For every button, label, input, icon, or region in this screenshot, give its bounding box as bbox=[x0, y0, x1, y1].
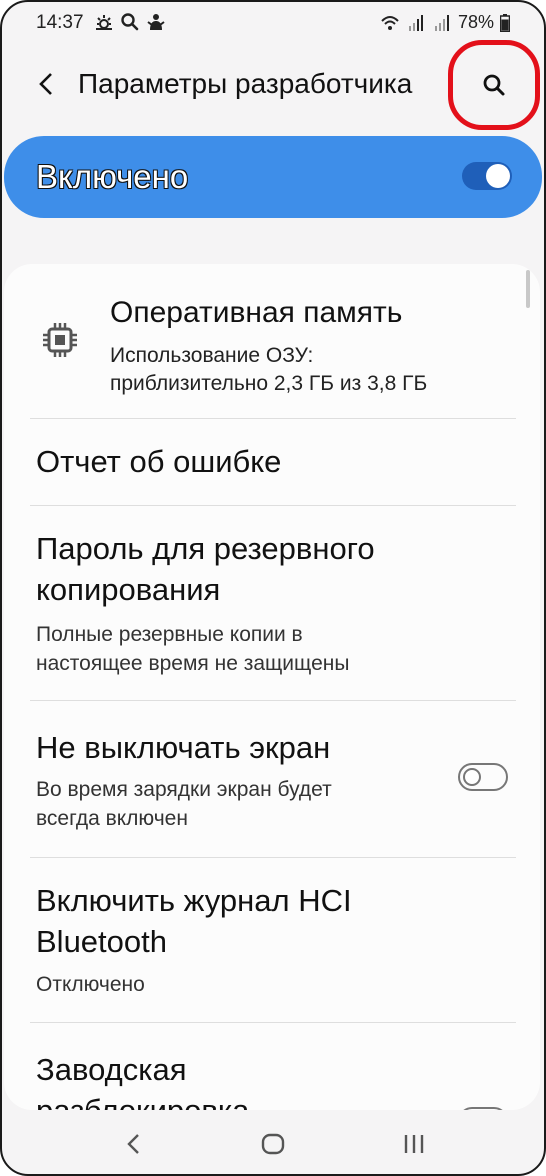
battery-icon bbox=[500, 13, 510, 32]
nav-home-icon bbox=[261, 1133, 285, 1155]
stay-awake-subtitle: Во время зарядки экран будет всегда вклю… bbox=[36, 775, 332, 833]
backup-password-title: Пароль для резервного копирования bbox=[36, 528, 375, 610]
hci-log-title: Включить журнал HCI Bluetooth bbox=[36, 880, 352, 962]
developer-options-master-switch[interactable]: Включено bbox=[4, 136, 542, 218]
wifi-icon bbox=[381, 15, 399, 30]
backup-password-item[interactable]: Пароль для резервного копирования Полные… bbox=[4, 506, 540, 700]
oem-unlock-title-line2: разблокировка bbox=[36, 1090, 249, 1110]
page-title: Параметры разработчика bbox=[78, 68, 413, 99]
bug-report-title: Отчет об ошибке bbox=[36, 444, 282, 479]
search-button[interactable] bbox=[448, 40, 540, 130]
phone-screen: 14:37 78% Параметры разработчика Включен… bbox=[0, 0, 546, 1176]
status-time: 14:37 bbox=[36, 12, 84, 33]
nav-home-button[interactable] bbox=[253, 1124, 293, 1164]
search-icon bbox=[121, 13, 139, 31]
oem-unlock-title: Заводская разблокировка bbox=[36, 1049, 249, 1110]
memory-chip-icon bbox=[43, 323, 77, 357]
backup-password-subtitle: Полные резервные копии в настоящее время… bbox=[36, 620, 349, 678]
master-toggle[interactable] bbox=[462, 162, 512, 190]
backup-password-title-line2: копирования bbox=[36, 572, 221, 607]
status-bar: 14:37 78% bbox=[2, 2, 544, 46]
hci-log-title-line2: Bluetooth bbox=[36, 924, 167, 959]
notification-icon bbox=[147, 14, 165, 30]
app-bar: Параметры разработчика bbox=[2, 40, 544, 130]
toggle-knob bbox=[463, 768, 481, 786]
signal-icon bbox=[408, 14, 423, 31]
ram-title: Оперативная память bbox=[110, 296, 403, 329]
stay-awake-item[interactable]: Не выключать экран Во время зарядки экра… bbox=[4, 701, 540, 857]
nav-recents-button[interactable] bbox=[394, 1124, 434, 1164]
ram-item[interactable]: Оперативная память Использование ОЗУ: пр… bbox=[4, 264, 540, 418]
status-left-icons bbox=[94, 12, 166, 32]
stay-awake-title: Не выключать экран bbox=[36, 730, 331, 765]
ram-subtitle: Использование ОЗУ: приблизительно 2,3 ГБ… bbox=[110, 342, 520, 398]
navigation-bar bbox=[2, 1110, 544, 1174]
hci-log-subtitle: Отключено bbox=[36, 973, 145, 996]
battery-percent: 78% bbox=[457, 12, 494, 32]
backup-password-subtitle-line1: Полные резервные копии в bbox=[36, 623, 303, 646]
master-switch-label: Включено bbox=[36, 158, 189, 195]
back-button[interactable] bbox=[28, 64, 64, 104]
nav-back-icon bbox=[127, 1134, 139, 1154]
oem-unlock-item[interactable]: Заводская разблокировка bbox=[4, 1023, 540, 1110]
weather-icon bbox=[96, 15, 112, 30]
back-arrow-icon bbox=[39, 73, 52, 95]
settings-list[interactable]: Оперативная память Использование ОЗУ: пр… bbox=[4, 264, 540, 1110]
stay-awake-subtitle-line1: Во время зарядки экран будет bbox=[36, 778, 332, 801]
search-icon bbox=[483, 74, 505, 96]
nav-recents-icon bbox=[404, 1135, 424, 1153]
signal-icon bbox=[434, 14, 449, 31]
stay-awake-toggle[interactable] bbox=[458, 763, 508, 791]
stay-awake-subtitle-line2: всегда включен bbox=[36, 807, 188, 830]
status-right-icons: 78% bbox=[380, 12, 510, 33]
hci-log-item[interactable]: Включить журнал HCI Bluetooth Отключено bbox=[4, 858, 540, 1022]
ram-subtitle-line1: Использование ОЗУ: bbox=[110, 344, 314, 367]
ram-subtitle-line2: приблизительно 2,3 ГБ из 3,8 ГБ bbox=[110, 372, 428, 395]
nav-back-button[interactable] bbox=[114, 1124, 154, 1164]
backup-password-subtitle-line2: настоящее время не защищены bbox=[36, 652, 350, 675]
bug-report-item[interactable]: Отчет об ошибке bbox=[4, 419, 540, 505]
backup-password-title-line1: Пароль для резервного bbox=[36, 531, 375, 566]
oem-unlock-title-line1: Заводская bbox=[36, 1052, 187, 1087]
toggle-knob bbox=[486, 164, 510, 188]
hci-log-title-line1: Включить журнал HCI bbox=[36, 883, 352, 918]
